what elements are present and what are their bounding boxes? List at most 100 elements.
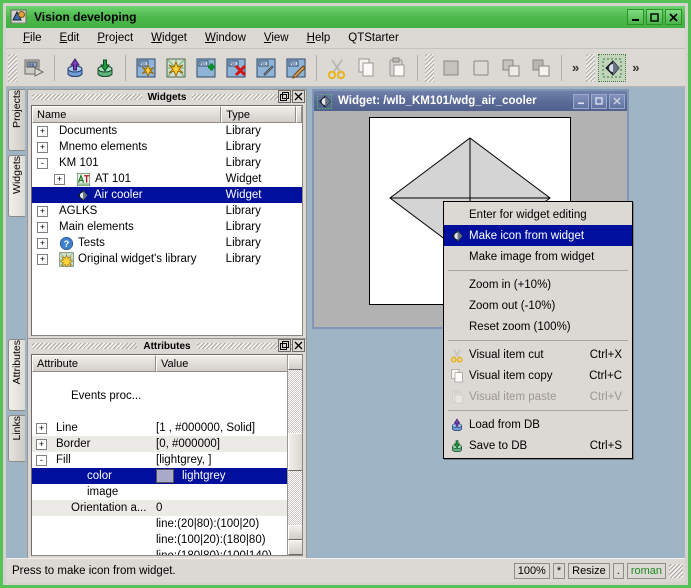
widgets-tree-row[interactable]: +AGLKSLibrary	[32, 203, 302, 219]
menu-help[interactable]: Help	[298, 29, 340, 47]
context-menu-item[interactable]: Make image from widget	[444, 246, 632, 267]
status-user[interactable]: roman	[627, 563, 666, 579]
attributes-table-row[interactable]: +Border[0, #000000]	[32, 436, 302, 452]
attributes-panel-float-button[interactable]	[278, 339, 291, 352]
library-icon[interactable]	[163, 55, 189, 81]
status-zoom-level[interactable]: 100%	[514, 563, 550, 579]
tree-collapse-icon[interactable]: -	[36, 455, 47, 466]
tree-expand-icon[interactable]: +	[37, 142, 48, 153]
edit-widget-icon[interactable]: R8	[283, 55, 309, 81]
overflow-chevron-icon[interactable]: »	[572, 60, 579, 75]
attributes-table-row[interactable]: image	[32, 484, 302, 500]
bring-forward-icon[interactable]	[498, 55, 524, 81]
color-swatch[interactable]	[156, 469, 174, 483]
attributes-row-value[interactable]: [1 , #000000, Solid]	[156, 422, 302, 434]
attributes-scroll-thumb[interactable]	[288, 433, 303, 471]
attributes-table-row[interactable]: Events proc...	[32, 388, 302, 404]
tree-expand-icon[interactable]: +	[37, 126, 48, 137]
align-front-icon[interactable]	[438, 55, 464, 81]
menu-project[interactable]: Project	[88, 29, 142, 47]
menu-file[interactable]: File	[14, 29, 51, 47]
overflow-chevron-2-icon[interactable]: »	[632, 60, 639, 75]
menu-window[interactable]: Window	[196, 29, 255, 47]
close-button[interactable]	[665, 9, 682, 25]
load-from-db-icon[interactable]	[62, 55, 88, 81]
send-backward-icon[interactable]	[528, 55, 554, 81]
widget-editor-minimize-button[interactable]	[573, 94, 589, 109]
widgets-tree-row[interactable]: Air coolerWidget	[32, 187, 302, 203]
widgets-panel-float-button[interactable]	[278, 90, 291, 103]
attributes-table-row[interactable]: colorlightgrey	[32, 468, 302, 484]
context-menu-item[interactable]: Zoom out (-10%)	[444, 295, 632, 316]
attributes-row-value[interactable]: line:(20|80):(100|20)	[156, 518, 302, 530]
project-save-icon[interactable]: R8	[21, 55, 47, 81]
delete-widget-icon[interactable]: R8	[223, 55, 249, 81]
widgets-col-type[interactable]: Type	[221, 106, 296, 123]
menu-widget[interactable]: Widget	[142, 29, 196, 47]
sidebar-tab-projects[interactable]: Projects	[8, 89, 25, 151]
attributes-row-value[interactable]: [0, #000000]	[156, 438, 302, 450]
attributes-table-row[interactable]: line:(20|80):(100|20)	[32, 516, 302, 532]
attributes-col-attribute[interactable]: Attribute	[32, 355, 156, 372]
attributes-col-value[interactable]: Value	[156, 355, 302, 372]
cut-icon[interactable]	[324, 55, 350, 81]
context-menu-item[interactable]: Make icon from widget	[444, 225, 632, 246]
menu-edit[interactable]: Edit	[51, 29, 89, 47]
toolbar-grip-2[interactable]	[425, 54, 434, 82]
context-menu-item[interactable]: Save to DBCtrl+S	[444, 435, 632, 456]
widgets-tree-row[interactable]: +Main elementsLibrary	[32, 219, 302, 235]
new-library-icon[interactable]: R8	[133, 55, 159, 81]
sidebar-tab-widgets[interactable]: Widgets	[8, 155, 25, 217]
minimize-button[interactable]	[627, 9, 644, 25]
toolbar-grip-3[interactable]	[586, 54, 595, 82]
menu-qtstarter[interactable]: QTStarter	[339, 29, 407, 47]
attributes-row-value[interactable]: lightgrey	[156, 469, 302, 483]
widgets-col-name[interactable]: Name	[32, 106, 221, 123]
attributes-table-row[interactable]: Orientation a...0	[32, 500, 302, 516]
resize-grip[interactable]	[669, 564, 683, 578]
tree-expand-icon[interactable]: +	[54, 174, 65, 185]
widgets-tree-row[interactable]: -KM 101Library	[32, 155, 302, 171]
air-cooler-widget-icon[interactable]	[599, 55, 625, 81]
attributes-table-row[interactable]	[32, 372, 302, 388]
context-menu-item[interactable]: Load from DB	[444, 414, 632, 435]
save-to-db-icon[interactable]	[92, 55, 118, 81]
widget-editor-close-button[interactable]	[609, 94, 625, 109]
attributes-table-row[interactable]: -Fill[lightgrey, ]	[32, 452, 302, 468]
maximize-button[interactable]	[646, 9, 663, 25]
widget-editor-maximize-button[interactable]	[591, 94, 607, 109]
context-menu-item[interactable]: Visual item copyCtrl+C	[444, 365, 632, 386]
paste-icon[interactable]	[384, 55, 410, 81]
context-menu-item[interactable]: Visual item cutCtrl+X	[444, 344, 632, 365]
attributes-row-value[interactable]: [lightgrey, ]	[156, 454, 302, 466]
context-menu[interactable]: Enter for widget editingMake icon from w…	[443, 201, 633, 459]
sidebar-tab-links[interactable]: Links	[8, 415, 25, 462]
widgets-tree-row[interactable]: +DocumentsLibrary	[32, 123, 302, 139]
widgets-tree-row[interactable]: +?TestsLibrary	[32, 235, 302, 251]
attributes-table-row[interactable]	[32, 404, 302, 420]
context-menu-item[interactable]: Enter for widget editing	[444, 204, 632, 225]
attributes-table[interactable]: Events proc... +Line[1 , #000000, Solid]+…	[32, 372, 302, 556]
attributes-table-row[interactable]: line:(180|80):(100|140)	[32, 548, 302, 556]
copy-icon[interactable]	[354, 55, 380, 81]
attributes-row-value[interactable]: line:(100|20):(180|80)	[156, 534, 302, 546]
attributes-table-row[interactable]: +Line[1 , #000000, Solid]	[32, 420, 302, 436]
status-mode[interactable]: Resize	[568, 563, 610, 579]
context-menu-item[interactable]: Reset zoom (100%)	[444, 316, 632, 337]
widget-editor-title-bar[interactable]: Widget: /wlb_KM101/wdg_air_cooler	[314, 91, 627, 111]
widgets-panel-close-button[interactable]	[292, 90, 305, 103]
attributes-scroll-up[interactable]	[288, 525, 303, 540]
sidebar-tab-attributes[interactable]: Attributes	[8, 339, 25, 411]
menu-view[interactable]: View	[255, 29, 298, 47]
attributes-row-value[interactable]: line:(180|80):(100|140)	[156, 550, 302, 556]
align-back-icon[interactable]	[468, 55, 494, 81]
widgets-tree-row[interactable]: +AT 101Widget	[32, 171, 302, 187]
widget-properties-icon[interactable]: R8	[253, 55, 279, 81]
tree-expand-icon[interactable]: +	[37, 206, 48, 217]
attributes-panel-close-button[interactable]	[292, 339, 305, 352]
tree-expand-icon[interactable]: +	[37, 222, 48, 233]
context-menu-item[interactable]: Zoom in (+10%)	[444, 274, 632, 295]
add-widget-icon[interactable]: R8	[193, 55, 219, 81]
widgets-tree[interactable]: +DocumentsLibrary+Mnemo elementsLibrary-…	[32, 123, 302, 267]
tree-expand-icon[interactable]: +	[36, 423, 47, 434]
